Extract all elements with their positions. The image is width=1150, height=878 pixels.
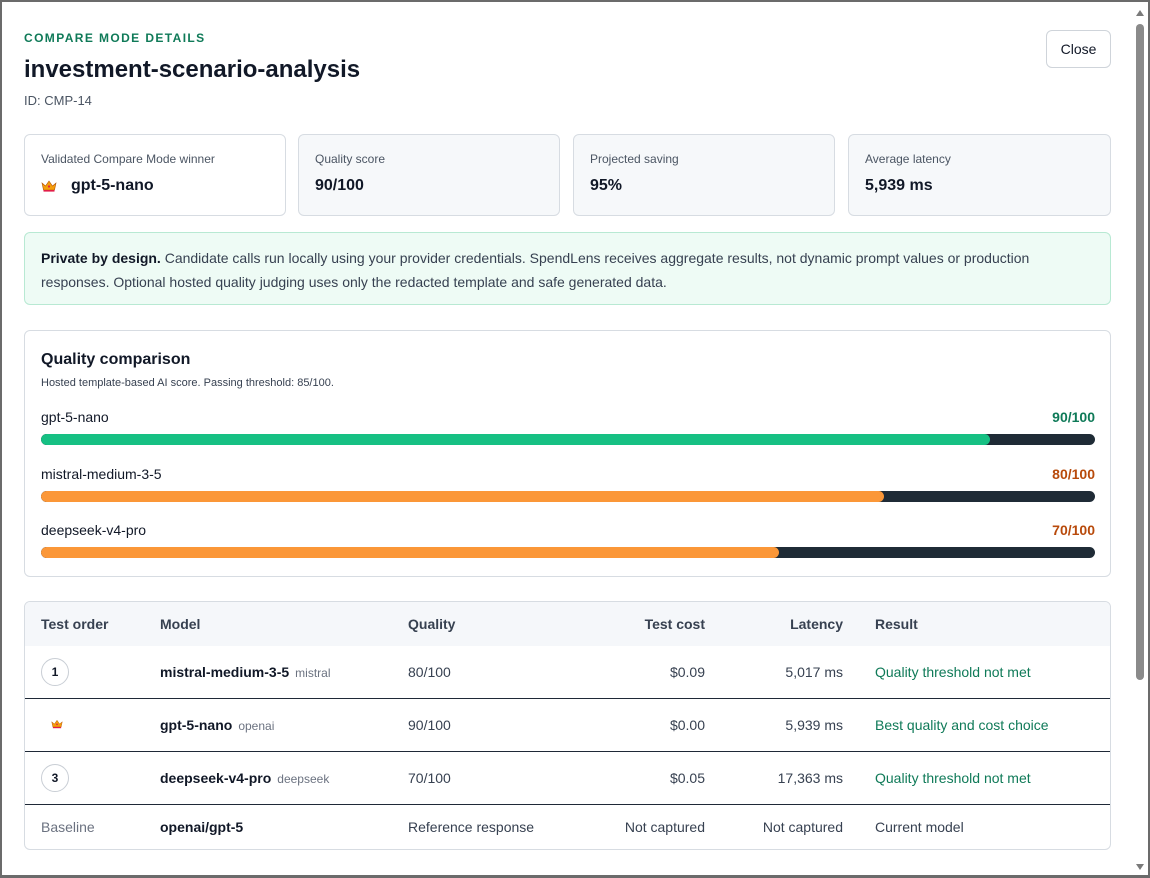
model-name: gpt-5-nano	[160, 717, 233, 733]
stat-value: 90/100	[315, 177, 364, 194]
stat-quality: Quality score 90/100	[298, 134, 560, 216]
header-result: Result	[875, 616, 918, 632]
quality-bar-fill	[41, 434, 990, 445]
stat-label: Validated Compare Mode winner	[41, 152, 215, 166]
result-cell: Current model	[875, 819, 964, 835]
close-button[interactable]: Close	[1046, 30, 1111, 68]
table-row[interactable]: 1 mistral-medium-3-5 mistral 80/100 $0.09…	[25, 646, 1110, 699]
stat-label: Average latency	[865, 152, 951, 166]
model-cell: gpt-5-nano openai	[160, 717, 274, 733]
latency-cell: 5,939 ms	[785, 717, 843, 733]
order-badge: 1	[41, 658, 69, 686]
quality-bar-fill	[41, 547, 779, 558]
result-cell: Quality threshold not met	[875, 664, 1031, 680]
privacy-strong: Private by design.	[41, 250, 161, 266]
cost-cell: $0.05	[669, 770, 705, 786]
model-name: deepseek-v4-pro	[160, 770, 272, 786]
quality-bar-fill	[41, 491, 885, 502]
header-model: Model	[160, 616, 201, 632]
result-cell: Quality threshold not met	[875, 770, 1031, 786]
order-badge: 3	[41, 764, 69, 792]
model-cell: mistral-medium-3-5 mistral	[160, 664, 331, 680]
provider-name: openai	[238, 719, 275, 733]
latency-cell: 17,363 ms	[777, 770, 843, 786]
quality-bar-track	[41, 434, 1095, 445]
cost-cell: Not captured	[624, 819, 705, 835]
quality-score-label: 70/100	[1052, 522, 1095, 538]
baseline-row: Baseline openai/gpt-5 Reference response…	[25, 805, 1110, 849]
table-header: Test order Model Quality Test cost Laten…	[25, 602, 1110, 646]
table-row[interactable]: gpt-5-nano openai 90/100 $0.00 5,939 ms B…	[25, 699, 1110, 752]
header-latency: Latency	[790, 616, 843, 632]
quality-model-name: gpt-5-nano	[41, 409, 109, 425]
baseline-model: openai/gpt-5	[160, 819, 244, 835]
stat-value: gpt-5-nano	[71, 177, 154, 194]
provider-name: deepseek	[277, 772, 330, 786]
header-order: Test order	[41, 616, 109, 632]
stat-winner: Validated Compare Mode winner gpt-5-nano	[24, 134, 286, 216]
crown-icon	[41, 180, 57, 192]
provider-name: mistral	[295, 666, 331, 680]
quality-model-name: mistral-medium-3-5	[41, 466, 162, 482]
stat-saving: Projected saving 95%	[573, 134, 835, 216]
crown-icon	[51, 719, 63, 729]
quality-cell: Reference response	[408, 819, 535, 835]
summary-stats: Validated Compare Mode winner gpt-5-nano…	[24, 134, 1111, 216]
model-name: mistral-medium-3-5	[160, 664, 290, 680]
header-cost: Test cost	[644, 616, 705, 632]
page-title: investment-scenario-analysis	[24, 56, 361, 83]
cost-cell: $0.09	[669, 664, 705, 680]
stat-latency: Average latency 5,939 ms	[848, 134, 1111, 216]
stat-label: Projected saving	[590, 152, 679, 166]
privacy-notice: Private by design. Candidate calls run l…	[24, 232, 1111, 305]
quality-comparison-card: Quality comparison Hosted template-based…	[24, 330, 1111, 577]
baseline-label: Baseline	[41, 819, 95, 835]
cost-cell: $0.00	[669, 717, 705, 733]
quality-cell: 90/100	[408, 717, 451, 733]
quality-bar-track	[41, 491, 1095, 502]
result-cell: Best quality and cost choice	[875, 717, 1049, 733]
dialog-eyebrow: COMPARE MODE DETAILS	[24, 31, 206, 45]
stat-value: 95%	[590, 177, 623, 194]
latency-cell: 5,017 ms	[785, 664, 843, 680]
quality-cell: 70/100	[408, 770, 451, 786]
compare-id: ID: CMP-14	[24, 93, 92, 108]
results-table: Test order Model Quality Test cost Laten…	[24, 601, 1111, 850]
header-quality: Quality	[408, 616, 456, 632]
quality-score-label: 90/100	[1052, 409, 1095, 425]
scroll-down-icon[interactable]	[1136, 864, 1144, 870]
stat-label: Quality score	[315, 152, 386, 166]
quality-model-name: deepseek-v4-pro	[41, 522, 147, 538]
scroll-up-icon[interactable]	[1136, 10, 1144, 16]
table-row[interactable]: 3 deepseek-v4-pro deepseek 70/100 $0.05 1…	[25, 752, 1110, 805]
privacy-text: Candidate calls run locally using your p…	[41, 250, 1030, 290]
latency-cell: Not captured	[762, 819, 843, 835]
quality-subtitle: Hosted template-based AI score. Passing …	[41, 377, 334, 389]
vertical-scrollbar[interactable]	[1134, 4, 1146, 875]
compare-mode-dialog: COMPARE MODE DETAILS investment-scenario…	[0, 0, 1150, 878]
quality-cell: 80/100	[408, 664, 451, 680]
scroll-thumb[interactable]	[1136, 24, 1144, 680]
quality-bar-track	[41, 547, 1095, 558]
model-cell: deepseek-v4-pro deepseek	[160, 770, 329, 786]
quality-score-label: 80/100	[1052, 466, 1095, 482]
stat-value: 5,939 ms	[865, 177, 933, 194]
stat-value-row: gpt-5-nano	[41, 177, 269, 195]
quality-title: Quality comparison	[41, 351, 191, 368]
